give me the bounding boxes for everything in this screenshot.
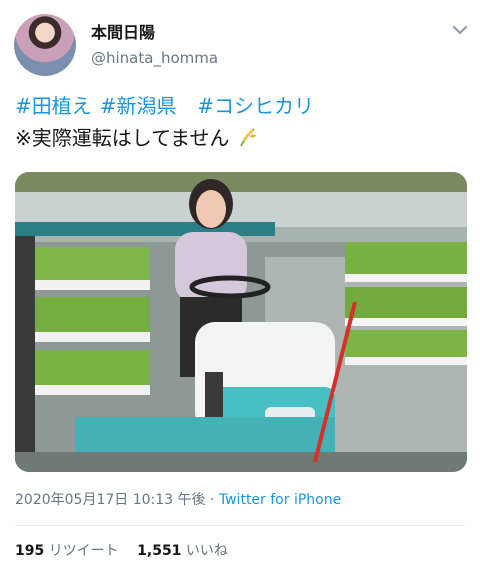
tweet-text-line-2: ※実際運転はしてません (15, 124, 258, 152)
chevron-down-icon[interactable] (452, 22, 468, 38)
rice-plant-icon (240, 128, 256, 147)
retweet-label[interactable]: リツイート (49, 543, 119, 559)
avatar[interactable] (14, 14, 76, 76)
display-name[interactable]: 本間日陽 (91, 19, 155, 43)
divider (15, 525, 465, 526)
hashtag-niigata[interactable]: #新潟県 (100, 94, 177, 118)
timestamp[interactable]: 2020年05月17日 10:13 午後 (15, 492, 206, 508)
tweet-note: ※実際運転はしてません (15, 126, 230, 150)
retweet-count[interactable]: 195 (15, 543, 44, 559)
tweet-stats: 195 リツイート 1,551 いいね (15, 540, 228, 560)
tweet-text-line-1: #田植え #新潟県 #コシヒカリ (15, 92, 314, 120)
like-count[interactable]: 1,551 (137, 543, 181, 559)
like-label[interactable]: いいね (186, 543, 228, 559)
tweet-photo[interactable] (15, 172, 467, 472)
source-link[interactable]: Twitter for iPhone (219, 492, 341, 508)
meta-separator: · (205, 492, 219, 508)
tweet-meta: 2020年05月17日 10:13 午後 · Twitter for iPhon… (15, 489, 341, 509)
hashtag-koshihikari[interactable]: #コシヒカリ (197, 94, 314, 118)
hashtag-taue[interactable]: #田植え (15, 94, 92, 118)
user-handle[interactable]: @hinata_homma (91, 49, 218, 67)
